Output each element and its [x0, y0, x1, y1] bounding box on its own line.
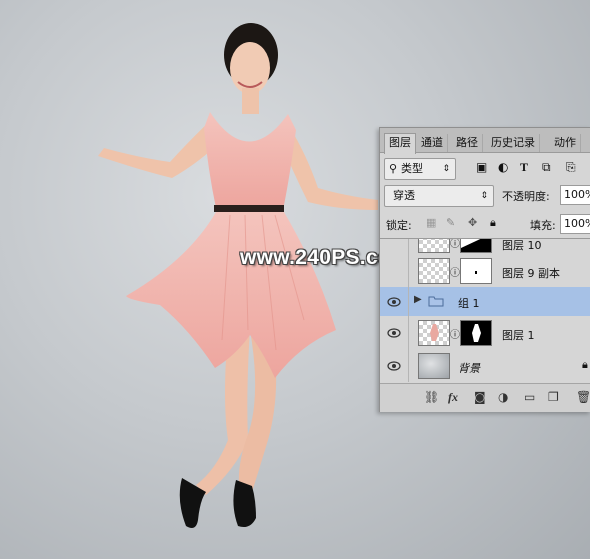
visibility-toggle[interactable]: [380, 254, 409, 287]
layer-thumbnail: [418, 239, 450, 253]
filter-kind-value: 类型: [401, 162, 423, 175]
fill-label: 填充:: [530, 219, 556, 232]
layer-thumbnail: [418, 320, 450, 346]
eye-icon: [387, 296, 401, 307]
filter-kind-select[interactable]: ⚲ 类型 ⇕: [384, 158, 456, 180]
link-icon[interactable]: ⛓: [424, 390, 439, 404]
eye-icon: [387, 360, 401, 371]
trash-icon[interactable]: 🗑︎: [576, 390, 590, 404]
tab-actions[interactable]: 动作: [550, 134, 581, 152]
layer-name: 组 1: [458, 297, 480, 310]
tab-channels[interactable]: 通道: [417, 134, 448, 152]
visibility-toggle[interactable]: [380, 287, 409, 316]
chain-link-icon: ⓘ: [450, 268, 460, 279]
mask-shape: [475, 271, 477, 274]
layer-group-row[interactable]: ▶ 组 1: [380, 287, 590, 317]
layer-mask-thumbnail: [460, 320, 492, 346]
smart-object-filter-icon[interactable]: ⎘: [566, 160, 576, 175]
blend-mode-value: 穿透: [393, 189, 415, 202]
type-filter-icon[interactable]: T: [520, 160, 528, 175]
mask-icon[interactable]: ◙: [474, 390, 486, 404]
adjustment-icon[interactable]: ◑: [498, 390, 508, 404]
new-layer-icon[interactable]: ❐: [548, 390, 559, 404]
background-layer-row[interactable]: 背景 🔒︎: [380, 349, 590, 382]
search-icon: ⚲: [389, 162, 398, 175]
layers-panel: 图层 通道 路径 历史记录 动作 ⚲ 类型 ⇕ ▣ ◐ T ⧉ ⎘ 穿透 ⇕ 不…: [379, 127, 590, 412]
lock-position-icon[interactable]: ✥: [468, 216, 477, 229]
chain-link-icon: ⓘ: [450, 239, 460, 250]
opacity-input[interactable]: 100%: [560, 185, 590, 205]
visibility-toggle[interactable]: [380, 316, 409, 349]
layer-thumbnail: [418, 258, 450, 284]
lock-paint-icon[interactable]: ✎: [446, 216, 455, 229]
layer-name: 图层 10: [502, 239, 542, 252]
layer-mask-thumbnail: [460, 239, 492, 253]
layer-row[interactable]: ⓘ 图层 10: [380, 239, 590, 255]
chevron-updown-icon: ⇕: [442, 164, 450, 174]
layer-thumbnail: [418, 353, 450, 379]
mask-shape: [472, 324, 481, 342]
panel-tabs: 图层 通道 路径 历史记录 动作: [380, 128, 590, 154]
layers-bottom-toolbar: ⛓ fx ◙ ◑ ▭ ❐ 🗑︎: [380, 383, 590, 412]
visibility-toggle[interactable]: [380, 349, 409, 382]
lock-all-icon[interactable]: 🔒︎: [490, 216, 496, 230]
layer-mask-thumbnail: [460, 258, 492, 284]
layers-list: ⓘ 图层 10 ⓘ 图层 9 副本 ▶ 组 1 ⓘ 图层 1 背景 🔒︎: [380, 238, 590, 382]
layer-row[interactable]: ⓘ 图层 1: [380, 316, 590, 350]
opacity-label: 不透明度:: [502, 190, 550, 203]
chain-link-icon: ⓘ: [450, 330, 460, 341]
expand-arrow-icon[interactable]: ▶: [414, 294, 422, 305]
folder-icon: [428, 296, 444, 307]
image-filter-icon[interactable]: ▣: [476, 160, 487, 174]
layer-row[interactable]: ⓘ 图层 9 副本: [380, 254, 590, 288]
adjustment-filter-icon[interactable]: ◐: [498, 160, 508, 174]
fx-icon[interactable]: fx: [448, 390, 458, 405]
eye-icon: [387, 327, 401, 338]
fill-input[interactable]: 100%: [560, 214, 590, 234]
layer-name: 图层 9 副本: [502, 267, 560, 280]
lock-label: 锁定:: [386, 219, 412, 232]
lock-icon: 🔒︎: [582, 358, 588, 371]
tab-paths[interactable]: 路径: [452, 134, 483, 152]
chevron-updown-icon: ⇕: [480, 191, 488, 201]
layer-name: 图层 1: [502, 329, 535, 342]
folder-icon[interactable]: ▭: [524, 390, 535, 404]
lock-transparency-icon[interactable]: ▦: [426, 216, 436, 229]
layer-name: 背景: [458, 362, 480, 375]
blend-mode-select[interactable]: 穿透 ⇕: [384, 185, 494, 207]
tab-layers[interactable]: 图层: [384, 133, 416, 154]
shape-filter-icon[interactable]: ⧉: [542, 160, 551, 175]
tab-history[interactable]: 历史记录: [487, 134, 540, 152]
thumbnail-figure: [430, 324, 439, 341]
mask-shape: [461, 239, 491, 252]
visibility-toggle[interactable]: [380, 239, 409, 254]
